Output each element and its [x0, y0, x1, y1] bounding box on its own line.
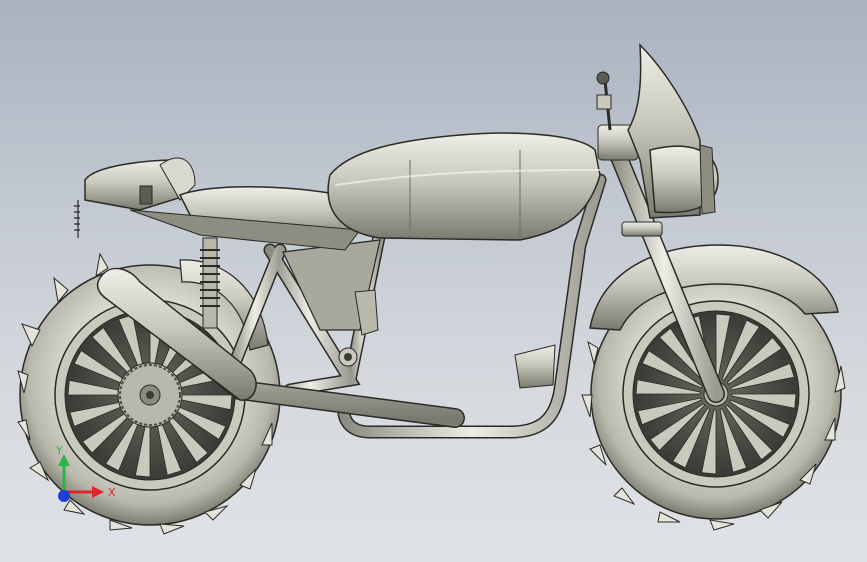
z-axis-dot [58, 490, 70, 502]
fuel-tank [327, 132, 601, 241]
lower-clamp [621, 221, 663, 237]
rear-shock [200, 237, 220, 329]
handlebar-mirror [596, 71, 612, 131]
y-axis-arrow [58, 454, 70, 492]
coordinate-triad: Y X [55, 444, 116, 502]
x-axis-label: X [108, 486, 116, 499]
tail-light-bracket [74, 200, 80, 238]
y-axis-label: Y [55, 444, 63, 457]
graphics-viewport[interactable]: Y X [0, 0, 867, 562]
engine-mount-plate [514, 344, 556, 389]
seat-latch [139, 185, 153, 205]
motorcycle-model[interactable] [0, 0, 867, 562]
x-axis-arrow [64, 486, 104, 498]
